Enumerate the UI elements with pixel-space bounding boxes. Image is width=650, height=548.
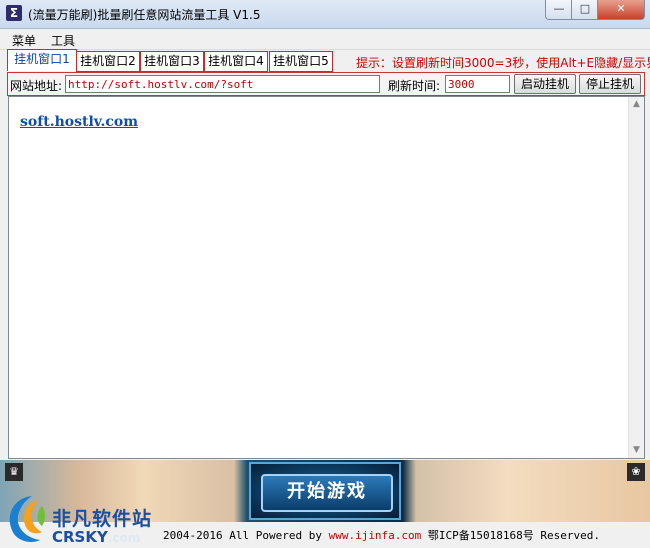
copyright-suffix: 鄂ICP备15018168号 Reserved. bbox=[421, 529, 600, 542]
banner-right-icon[interactable]: ❀ bbox=[627, 463, 645, 481]
url-toolbar: 网站地址: http://soft.hostlv.com/?soft 刷新时间:… bbox=[7, 72, 645, 96]
tab-window-3[interactable]: 挂机窗口3 bbox=[140, 51, 204, 72]
refresh-label: 刷新时间: bbox=[388, 79, 441, 93]
watermark-logo: 非凡软件站 CRSKY.com bbox=[0, 488, 162, 548]
menu-bar: 菜单 工具 bbox=[0, 29, 650, 50]
tab-window-1[interactable]: 挂机窗口1 bbox=[7, 49, 77, 71]
url-input[interactable]: http://soft.hostlv.com/?soft bbox=[65, 75, 380, 93]
window-title: (流量万能刷)批量刷任意网站流量工具 V1.5 bbox=[28, 8, 261, 22]
stop-button[interactable]: 停止挂机 bbox=[579, 74, 641, 94]
banner-left-icon[interactable]: ♛ bbox=[5, 463, 23, 481]
tab-window-2[interactable]: 挂机窗口2 bbox=[76, 51, 140, 72]
app-icon: Σ bbox=[6, 5, 22, 21]
scroll-up-icon[interactable]: ▲ bbox=[629, 97, 644, 112]
menu-main[interactable]: 菜单 bbox=[12, 32, 36, 49]
copyright-text: 2004-2016 All Powered by www.ijinfa.com … bbox=[163, 527, 600, 543]
play-game-button[interactable]: 开始游戏 bbox=[261, 474, 393, 512]
play-game-banner[interactable]: 开始游戏 bbox=[249, 462, 401, 520]
logo-domain-suffix: .com bbox=[107, 531, 141, 545]
url-label: 网站地址: bbox=[10, 79, 63, 93]
tab-window-5[interactable]: 挂机窗口5 bbox=[269, 51, 333, 72]
maximize-button[interactable]: □ bbox=[571, 0, 599, 20]
menu-tools[interactable]: 工具 bbox=[51, 32, 75, 49]
scroll-down-icon[interactable]: ▼ bbox=[629, 443, 644, 458]
start-button[interactable]: 启动挂机 bbox=[514, 74, 576, 94]
logo-chinese-text: 非凡软件站 bbox=[52, 508, 153, 530]
tab-window-4[interactable]: 挂机窗口4 bbox=[204, 51, 268, 72]
browser-view[interactable]: soft.hostlv.com ▲ ▼ bbox=[8, 96, 645, 459]
refresh-interval-input[interactable]: 3000 bbox=[445, 75, 510, 93]
copyright-prefix: 2004-2016 All Powered by bbox=[163, 529, 329, 542]
page-link[interactable]: soft.hostlv.com bbox=[20, 114, 138, 130]
minimize-button[interactable]: — bbox=[545, 0, 573, 20]
logo-brand: CRSKY bbox=[52, 528, 108, 546]
vertical-scrollbar[interactable]: ▲ ▼ bbox=[628, 97, 644, 458]
logo-english-text: CRSKY.com bbox=[52, 528, 140, 546]
hint-text: 提示：设置刷新时间3000=3秒，使用Alt+E隐藏/显示界面 bbox=[356, 56, 650, 70]
logo-mark-icon bbox=[9, 496, 45, 542]
close-button[interactable]: ✕ bbox=[597, 0, 645, 20]
copyright-url[interactable]: www.ijinfa.com bbox=[329, 529, 422, 542]
